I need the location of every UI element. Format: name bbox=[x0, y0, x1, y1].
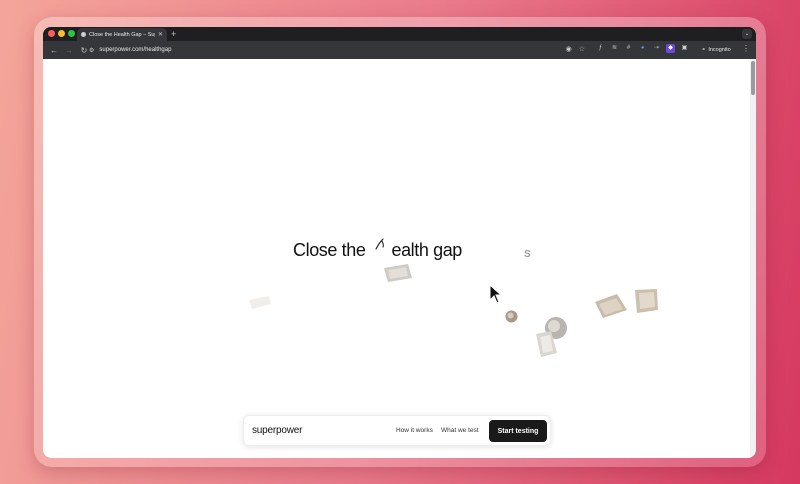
eye-off-icon[interactable]: ◉ bbox=[566, 43, 572, 57]
tab-strip: Close the Health Gap – Superpower ✕ + ⌄ bbox=[43, 27, 756, 41]
brand-logo[interactable]: superpower bbox=[252, 425, 302, 436]
forward-arrow-icon[interactable]: → bbox=[65, 46, 73, 55]
tab-search-button[interactable]: ⌄ bbox=[742, 29, 752, 39]
nav-link-how-it-works[interactable]: How it works bbox=[396, 427, 433, 434]
floating-pill-packet bbox=[635, 289, 658, 313]
scribble-h-icon bbox=[375, 238, 384, 250]
minimize-window-button[interactable] bbox=[58, 30, 65, 37]
page-viewport: Close the ealth gap S superpower How it … bbox=[43, 59, 750, 458]
incognito-badge[interactable]: ◓ Incognito bbox=[697, 44, 736, 56]
floating-pill-packet bbox=[384, 264, 412, 282]
url-text[interactable]: superpower.com/healthgap bbox=[99, 47, 171, 53]
floating-pill-packet bbox=[536, 331, 557, 357]
stack-extension-icon[interactable]: ≋ bbox=[610, 44, 619, 53]
tab-active[interactable]: Close the Health Gap – Superpower ✕ bbox=[77, 28, 167, 41]
favicon-icon bbox=[81, 32, 86, 37]
headline-part-2: ealth gap bbox=[391, 240, 462, 260]
mouse-cursor-icon bbox=[489, 284, 503, 304]
puzzle-icon[interactable]: ▣ bbox=[680, 44, 689, 53]
close-window-button[interactable] bbox=[48, 30, 55, 37]
scroll-thumb[interactable] bbox=[751, 61, 755, 95]
page-scrollbar[interactable] bbox=[750, 59, 756, 458]
headline-part-1: Close the bbox=[293, 240, 366, 260]
maximize-window-button[interactable] bbox=[68, 30, 75, 37]
start-testing-button[interactable]: Start testing bbox=[489, 420, 547, 442]
tab-title: Close the Health Gap – Superpower bbox=[89, 31, 155, 38]
incognito-label: Incognito bbox=[708, 47, 731, 53]
new-tab-button[interactable]: + bbox=[171, 28, 176, 40]
arrow-extension-icon[interactable]: ⇢ bbox=[652, 44, 661, 53]
close-icon[interactable]: ✕ bbox=[158, 31, 163, 38]
address-bar[interactable]: ⚙ superpower.com/healthgap ◉ ☆ bbox=[89, 43, 589, 57]
menu-kebab-icon[interactable]: ⋮ bbox=[742, 44, 750, 53]
extensions-area: ƒ ≋ # ◕ ⇢ ◆ ▣ bbox=[596, 44, 689, 53]
back-arrow-icon[interactable]: ← bbox=[50, 46, 58, 55]
floating-pill-packet bbox=[595, 294, 627, 318]
script-extension-icon[interactable]: ƒ bbox=[596, 44, 605, 53]
browser-toolbar: ← → ↻ ⚙ superpower.com/healthgap ◉ ☆ ƒ ≋… bbox=[43, 41, 756, 59]
floating-pill-packet bbox=[249, 296, 271, 309]
globe-extension-icon[interactable]: ◕ bbox=[638, 44, 647, 53]
floating-letter: S bbox=[524, 249, 531, 260]
floating-capsule bbox=[505, 310, 518, 323]
hash-extension-icon[interactable]: # bbox=[624, 44, 633, 53]
star-icon[interactable]: ☆ bbox=[579, 43, 585, 57]
site-info-icon[interactable]: ⚙ bbox=[89, 47, 94, 54]
bottom-nav-bar: superpower How it works What we test Sta… bbox=[243, 415, 551, 446]
browser-window: Close the Health Gap – Superpower ✕ + ⌄ … bbox=[43, 27, 756, 458]
nav-link-what-we-test[interactable]: What we test bbox=[441, 427, 479, 434]
incognito-icon: ◓ bbox=[702, 47, 706, 53]
purple-extension-icon[interactable]: ◆ bbox=[666, 44, 675, 53]
reload-icon[interactable]: ↻ bbox=[80, 46, 88, 55]
